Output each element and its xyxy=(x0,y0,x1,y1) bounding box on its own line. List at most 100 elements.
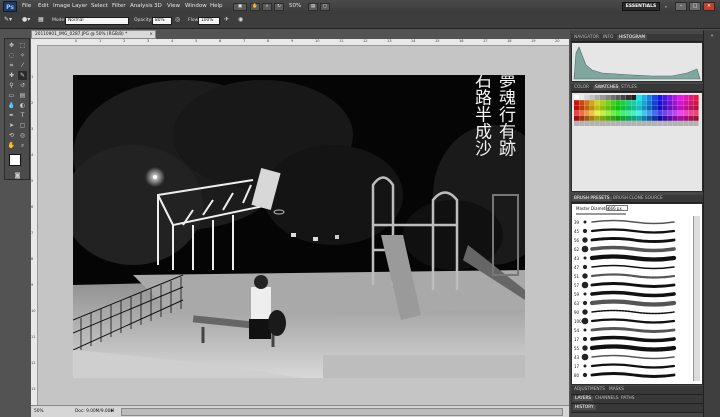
color-swatch[interactable] xyxy=(693,121,699,126)
blend-mode-select[interactable]: Normal xyxy=(65,17,129,25)
color-swatch[interactable] xyxy=(620,95,626,100)
brush-stroke-preview[interactable] xyxy=(589,254,677,262)
color-swatch[interactable] xyxy=(636,100,642,106)
color-swatch[interactable] xyxy=(652,110,657,116)
color-swatch[interactable] xyxy=(589,110,595,116)
brush-stroke-preview[interactable] xyxy=(589,299,677,307)
brush-tip-icon[interactable] xyxy=(581,317,589,325)
color-swatch[interactable] xyxy=(631,105,637,111)
brush-stroke-preview[interactable] xyxy=(590,245,676,253)
color-swatch[interactable] xyxy=(579,110,585,116)
color-swatch[interactable] xyxy=(672,115,678,121)
color-swatch[interactable] xyxy=(620,115,626,121)
hand-tool-icon[interactable]: ✋ xyxy=(7,141,16,150)
menu-3d[interactable]: 3D xyxy=(154,3,162,9)
color-swatch[interactable] xyxy=(594,121,600,126)
quick-select-tool-icon[interactable]: ✧ xyxy=(18,51,27,60)
color-swatch[interactable] xyxy=(657,121,663,126)
hand-tool-icon[interactable]: ✋ xyxy=(250,3,260,11)
color-swatch[interactable] xyxy=(667,100,673,106)
pressure-size-icon[interactable]: ◉ xyxy=(238,16,243,23)
status-zoom[interactable]: 50% xyxy=(34,409,44,414)
color-swatch[interactable] xyxy=(636,115,642,121)
menu-file[interactable]: File xyxy=(22,3,31,9)
zoom-tool-icon[interactable]: ⌕ xyxy=(18,141,27,150)
color-swatch[interactable] xyxy=(626,115,631,121)
healing-brush-tool-icon[interactable]: ✚ xyxy=(7,71,16,80)
color-swatch[interactable] xyxy=(662,115,668,121)
brush-tip-icon[interactable] xyxy=(582,228,588,234)
brush-size-field[interactable]: 666 px xyxy=(606,205,628,211)
tab-styles[interactable]: STYLES xyxy=(621,85,637,90)
color-swatch[interactable] xyxy=(678,105,683,111)
menu-window[interactable]: Window xyxy=(185,3,207,9)
color-swatch[interactable] xyxy=(584,121,590,126)
color-swatch[interactable] xyxy=(574,115,579,121)
color-swatch[interactable] xyxy=(589,100,595,106)
color-swatch[interactable] xyxy=(662,121,668,126)
color-swatch[interactable] xyxy=(594,115,600,121)
flow-field[interactable]: 100% xyxy=(198,17,220,25)
history-brush-tool-icon[interactable]: ↺ xyxy=(18,81,27,90)
color-swatch[interactable] xyxy=(667,121,673,126)
color-swatch[interactable] xyxy=(615,121,621,126)
color-swatch[interactable] xyxy=(693,95,699,100)
color-swatch[interactable] xyxy=(683,105,689,111)
type-tool-icon[interactable]: T xyxy=(18,111,27,120)
arrange-documents-icon[interactable]: ▤ xyxy=(308,3,318,11)
color-swatch[interactable] xyxy=(579,95,585,100)
color-swatch[interactable] xyxy=(693,115,699,121)
color-swatch[interactable] xyxy=(667,105,673,111)
color-swatch[interactable] xyxy=(646,95,652,100)
color-swatch[interactable] xyxy=(693,105,699,111)
color-swatch[interactable] xyxy=(579,121,585,126)
color-swatch[interactable] xyxy=(574,110,579,116)
color-swatch[interactable] xyxy=(589,105,595,111)
tab-info[interactable]: INFO xyxy=(603,35,613,40)
brush-tip-icon[interactable] xyxy=(582,309,588,315)
color-swatch[interactable] xyxy=(662,100,668,106)
brush-stroke-preview[interactable] xyxy=(591,264,675,270)
close-document-icon[interactable]: × xyxy=(149,31,153,38)
color-swatch[interactable] xyxy=(657,115,663,121)
brush-tip-icon[interactable] xyxy=(583,220,587,224)
foreground-color-swatch[interactable] xyxy=(9,154,21,166)
color-swatch[interactable] xyxy=(626,121,631,126)
color-swatch[interactable] xyxy=(610,100,616,106)
menu-analysis[interactable]: Analysis xyxy=(130,3,153,9)
brush-tip-icon[interactable] xyxy=(582,237,588,243)
color-swatch[interactable] xyxy=(652,115,657,121)
color-swatch[interactable] xyxy=(636,121,642,126)
tab-channels[interactable]: CHANNELS xyxy=(595,396,618,401)
color-swatch[interactable] xyxy=(688,121,694,126)
color-swatch[interactable] xyxy=(683,110,689,116)
color-swatch[interactable] xyxy=(646,115,652,121)
color-swatch[interactable] xyxy=(678,95,683,100)
screen-mode-icon[interactable]: ▢ xyxy=(320,3,330,11)
brush-tip-icon[interactable] xyxy=(583,256,587,260)
brush-tip-icon[interactable] xyxy=(581,353,589,361)
color-swatch[interactable] xyxy=(662,105,668,111)
color-swatch[interactable] xyxy=(584,100,590,106)
brush-stroke-preview[interactable] xyxy=(590,318,676,324)
tab-adjustments[interactable]: ADJUSTMENTS xyxy=(574,387,605,392)
menu-select[interactable]: Select xyxy=(91,3,108,9)
brush-tip-icon[interactable] xyxy=(582,264,588,270)
gradient-tool-icon[interactable]: ▤ xyxy=(18,91,27,100)
tab-color[interactable]: COLOR xyxy=(574,85,589,90)
color-swatch[interactable] xyxy=(662,95,668,100)
clone-stamp-tool-icon[interactable]: ⚲ xyxy=(7,81,16,90)
color-swatch[interactable] xyxy=(667,110,673,116)
color-swatch[interactable] xyxy=(652,121,657,126)
color-swatch[interactable] xyxy=(594,95,600,100)
color-swatch[interactable] xyxy=(589,121,595,126)
color-swatch[interactable] xyxy=(688,115,694,121)
brush-stroke-preview[interactable] xyxy=(590,290,676,298)
brush-tip-icon[interactable] xyxy=(583,328,587,332)
color-swatch[interactable] xyxy=(657,110,663,116)
color-swatch[interactable] xyxy=(610,95,616,100)
brush-stroke-preview[interactable] xyxy=(589,344,677,352)
brush-tip-icon[interactable] xyxy=(582,345,588,351)
color-swatch[interactable] xyxy=(683,95,689,100)
color-swatch[interactable] xyxy=(657,95,663,100)
